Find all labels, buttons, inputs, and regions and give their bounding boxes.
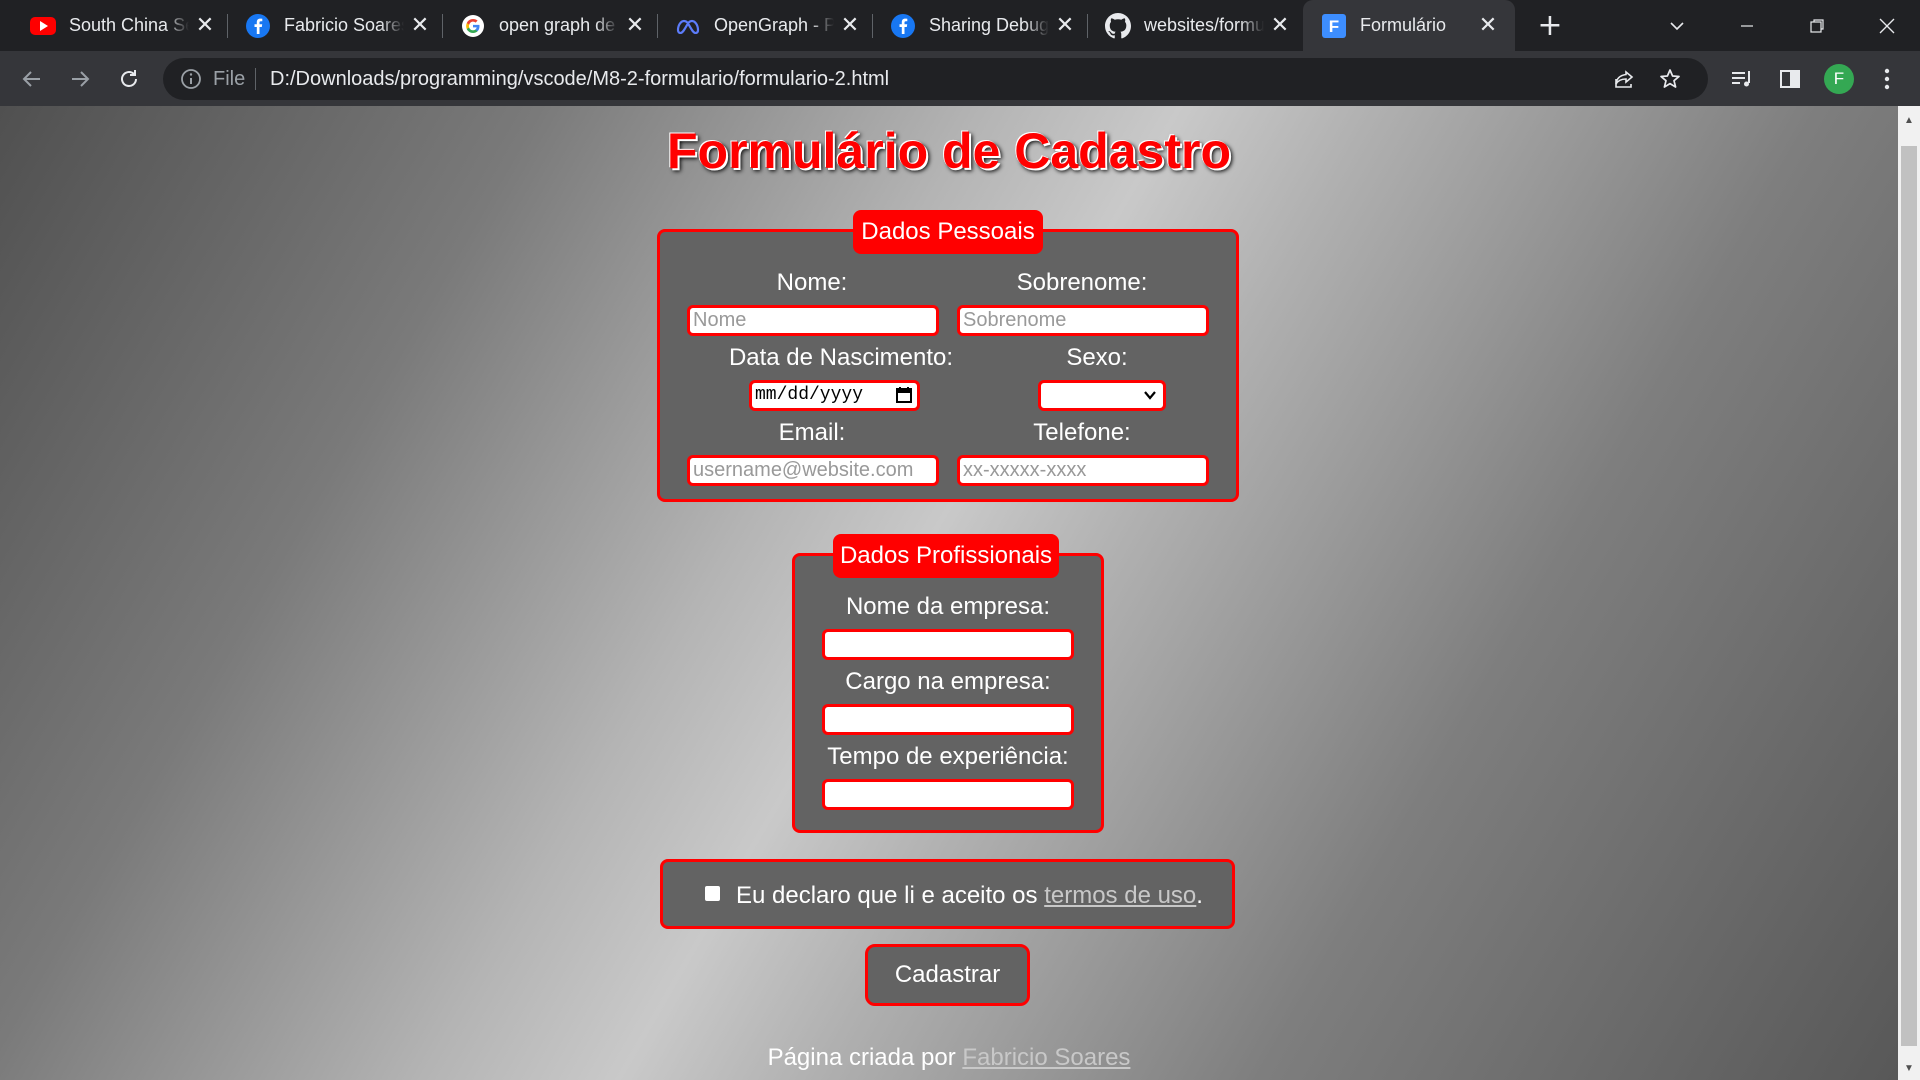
site-favicon-icon: F xyxy=(1321,13,1347,39)
sobrenome-label: Sobrenome: xyxy=(1016,269,1148,296)
footer-text: Página criada por xyxy=(767,1044,963,1071)
forward-arrow-icon[interactable] xyxy=(64,63,96,95)
browser-toolbar: File D:/Downloads/programming/vscode/M8-… xyxy=(0,51,1920,106)
nascimento-label: Data de Nascimento: xyxy=(728,344,954,371)
sexo-select[interactable] xyxy=(1038,380,1166,411)
empresa-input[interactable] xyxy=(822,629,1074,660)
tab-title: open graph de xyxy=(499,15,616,35)
terms-text-before: Eu declaro que li e aceito os xyxy=(736,882,1045,909)
terms-box: Eu declaro que li e aceito os termos de … xyxy=(660,859,1235,929)
nome-input[interactable]: Nome xyxy=(687,305,939,336)
terms-link[interactable]: termos de uso xyxy=(1044,882,1196,909)
scrollbar-thumb[interactable] xyxy=(1901,146,1917,1046)
tab-title: Fabricio Soares xyxy=(284,15,404,35)
nome-label: Nome: xyxy=(776,269,848,296)
tab-title: Sharing Debugger xyxy=(929,15,1049,35)
email-input[interactable]: username@website.com xyxy=(687,455,939,486)
address-bar[interactable]: File D:/Downloads/programming/vscode/M8-… xyxy=(163,58,1708,100)
tab-youtube[interactable]: South China Sea ✕ xyxy=(0,0,228,51)
scroll-up-arrow-icon[interactable]: ▲ xyxy=(1898,110,1920,130)
close-window-icon[interactable] xyxy=(1856,0,1918,51)
terms-checkbox[interactable] xyxy=(705,886,720,901)
tab-title: websites/formulario xyxy=(1144,15,1264,35)
footer: Página criada por Fabricio Soares xyxy=(0,1044,1898,1072)
github-icon xyxy=(1105,12,1131,39)
page-viewport: Formulário de Cadastro Dados Pessoais No… xyxy=(0,106,1898,1080)
address-divider xyxy=(255,68,256,90)
cargo-input[interactable] xyxy=(822,704,1074,735)
telefone-label: Telefone: xyxy=(1033,419,1131,446)
terms-text-after: . xyxy=(1196,882,1203,909)
profile-avatar[interactable]: F xyxy=(1824,64,1854,94)
page-scrollbar[interactable]: ▲ ▼ xyxy=(1898,106,1920,1080)
back-arrow-icon[interactable] xyxy=(16,63,48,95)
sobrenome-input[interactable]: Sobrenome xyxy=(957,305,1209,336)
restore-icon[interactable] xyxy=(1786,0,1848,51)
youtube-icon xyxy=(30,13,56,39)
personal-data-fieldset: Dados Pessoais Nome: Sobrenome: Nome Sob… xyxy=(657,210,1239,502)
chevron-down-icon xyxy=(1142,387,1158,403)
url-text[interactable]: D:/Downloads/programming/vscode/M8-2-for… xyxy=(270,68,889,91)
cadastrar-button[interactable]: Cadastrar xyxy=(865,944,1030,1006)
terms-text: Eu declaro que li e aceito os termos de … xyxy=(736,882,1203,910)
tab-sharing-debugger[interactable]: Sharing Debugger ✕ xyxy=(860,0,1088,51)
page-title: Formulário de Cadastro xyxy=(667,123,1231,179)
calendar-icon[interactable] xyxy=(895,386,913,404)
facebook-icon xyxy=(245,13,271,39)
facebook-icon xyxy=(890,13,916,39)
tab-title: South China Sea xyxy=(69,15,189,35)
scroll-down-arrow-icon[interactable]: ▼ xyxy=(1898,1058,1920,1078)
info-icon[interactable] xyxy=(179,67,203,91)
menu-kebab-icon[interactable] xyxy=(1872,64,1902,94)
tab-facebook-profile[interactable]: Fabricio Soares ✕ xyxy=(215,0,443,51)
email-label: Email: xyxy=(778,419,846,446)
experiencia-input[interactable] xyxy=(822,779,1074,810)
date-placeholder: mm/dd/yyyy xyxy=(755,385,864,405)
personal-data-legend: Dados Pessoais xyxy=(853,210,1043,254)
google-icon xyxy=(460,13,486,39)
media-controls-icon[interactable] xyxy=(1727,64,1757,94)
tab-github[interactable]: websites/formulario ✕ xyxy=(1075,0,1303,51)
tab-google-search[interactable]: open graph de ✕ xyxy=(430,0,658,51)
close-icon[interactable]: ✕ xyxy=(1267,12,1293,38)
minimize-icon[interactable] xyxy=(1716,0,1778,51)
svg-text:F: F xyxy=(1329,17,1339,36)
close-icon[interactable]: ✕ xyxy=(1475,12,1501,38)
scheme-label: File xyxy=(213,68,246,90)
side-panel-icon[interactable] xyxy=(1775,64,1805,94)
professional-data-legend: Dados Profissionais xyxy=(833,534,1059,578)
nascimento-date-input[interactable]: mm/dd/yyyy xyxy=(749,380,920,411)
professional-data-fieldset: Dados Profissionais Nome da empresa: Car… xyxy=(792,534,1104,833)
tab-title: OpenGraph - P xyxy=(714,15,834,35)
tab-search-chevron-icon[interactable] xyxy=(1646,0,1708,51)
telefone-input[interactable]: xx-xxxxx-xxxx xyxy=(957,455,1209,486)
cargo-label: Cargo na empresa: xyxy=(845,668,1051,695)
experiencia-label: Tempo de experiência: xyxy=(827,743,1069,770)
tab-opengraph[interactable]: OpenGraph - P ✕ xyxy=(645,0,873,51)
tab-strip: South China Sea ✕ Fabricio Soares ✕ open… xyxy=(0,0,1920,51)
share-icon[interactable] xyxy=(1612,67,1636,91)
author-link[interactable]: Fabricio Soares xyxy=(962,1044,1130,1071)
tab-formulario[interactable]: F Formulário ✕ xyxy=(1303,0,1515,51)
empresa-label: Nome da empresa: xyxy=(845,593,1051,620)
reload-icon[interactable] xyxy=(113,63,145,95)
bookmark-star-icon[interactable] xyxy=(1658,67,1682,91)
meta-icon xyxy=(675,13,701,39)
sexo-label: Sexo: xyxy=(1066,344,1128,371)
new-tab-button[interactable]: + xyxy=(1535,8,1565,43)
